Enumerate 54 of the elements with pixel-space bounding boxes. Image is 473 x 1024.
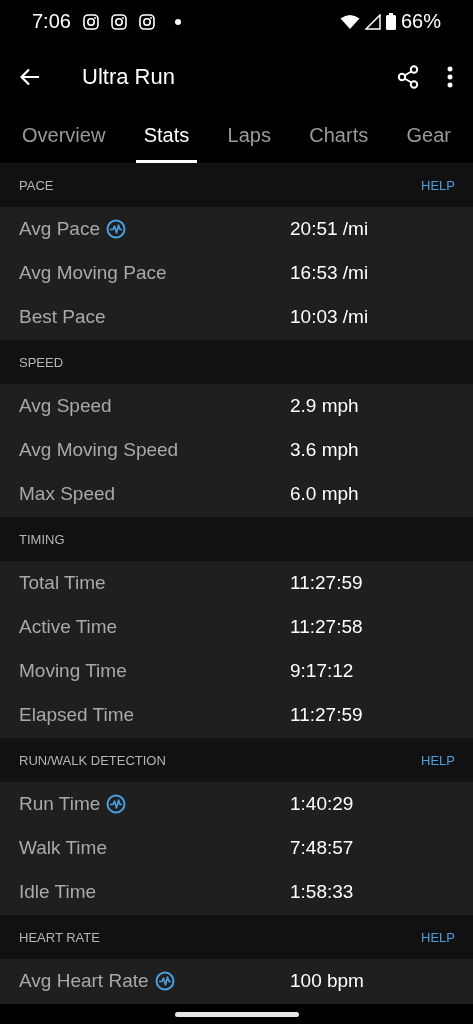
stat-label: Avg Moving Pace (19, 262, 167, 284)
more-icon (447, 66, 453, 88)
signal-icon (364, 13, 381, 30)
stat-value: 6.0 mph (290, 483, 359, 505)
stat-label: Active Time (19, 616, 118, 638)
stat-value: 100 bpm (290, 970, 364, 992)
screen-title: Ultra Run (82, 64, 176, 90)
stat-value: 11:27:58 (290, 616, 363, 638)
stat-label: Idle Time (19, 881, 97, 903)
stat-value: 1:58:33 (290, 881, 354, 903)
status-time: 7:06 (32, 10, 71, 33)
stat-label: Walk Time (19, 837, 107, 859)
stat-value: 10:03 /mi (290, 306, 369, 328)
stat-label: Avg Pace (19, 218, 100, 240)
help-link[interactable]: HELP (421, 929, 455, 945)
stat-value: 16:53 /mi (290, 262, 369, 284)
tab[interactable]: Overview (14, 111, 114, 163)
stat-value: 3.6 mph (290, 439, 359, 461)
help-link[interactable]: HELP (421, 752, 455, 768)
section-heading: RUN/WALK DETECTION (19, 752, 166, 768)
wifi-icon (339, 13, 360, 30)
help-link[interactable]: HELP (421, 177, 455, 193)
stat-value: 20:51 /mi (290, 218, 369, 240)
battery-percent: 66% (400, 10, 441, 33)
section-heading: SPEED (19, 354, 64, 370)
tab[interactable]: Charts (301, 111, 377, 163)
section-heading: TIMING (19, 531, 65, 547)
stat-value: 9:17:12 (290, 660, 354, 682)
section-heading: PACE (19, 177, 54, 193)
section-heading: HEART RATE (19, 929, 100, 945)
stat-label: Avg Heart Rate (19, 970, 149, 992)
camera-icon (110, 13, 127, 30)
stat-value: 7:48:57 (290, 837, 354, 859)
battery-icon (385, 13, 396, 30)
stat-label: Elapsed Time (19, 704, 135, 726)
stat-label: Max Speed (19, 483, 116, 505)
share-icon (397, 65, 419, 89)
stat-label: Total Time (19, 572, 106, 594)
stat-label: Avg Speed (19, 395, 112, 417)
stat-value: 2.9 mph (290, 395, 359, 417)
stat-value: 11:27:59 (290, 704, 363, 726)
stat-label: Avg Moving Speed (19, 439, 179, 461)
camera-icon (138, 13, 155, 30)
stat-value: 1:40:29 (290, 793, 354, 815)
home-handle[interactable] (174, 1011, 299, 1017)
dot-icon (174, 18, 181, 25)
back-arrow-icon (20, 68, 40, 86)
stat-label: Best Pace (19, 306, 106, 328)
stat-label: Moving Time (19, 660, 127, 682)
tab[interactable]: Gear (398, 111, 459, 163)
camera-icon (82, 13, 99, 30)
stat-value: 11:27:59 (290, 572, 363, 594)
stat-label: Run Time (19, 793, 101, 815)
tab[interactable]: Laps (219, 111, 279, 163)
